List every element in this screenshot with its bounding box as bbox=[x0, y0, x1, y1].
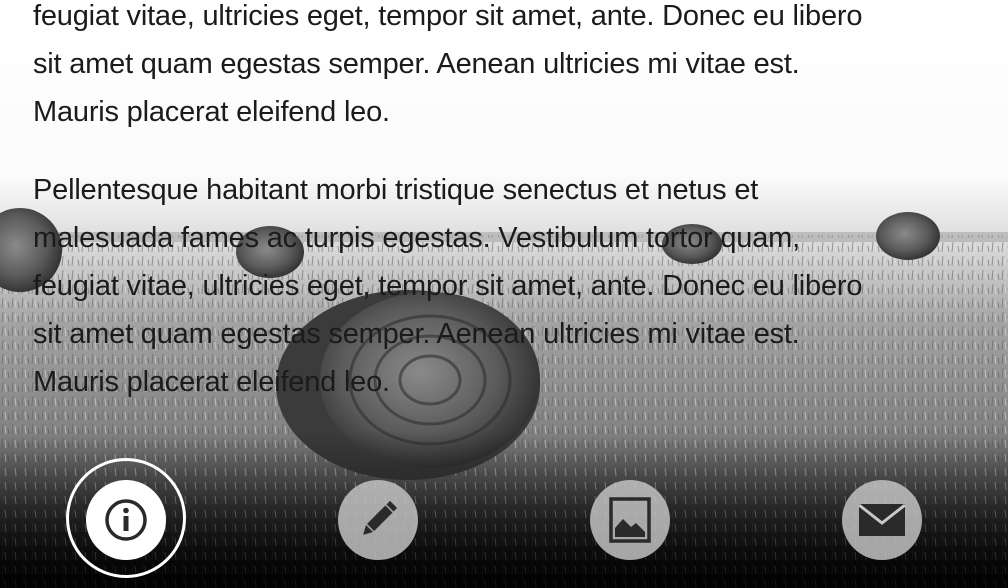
info-icon bbox=[98, 492, 154, 548]
nav-gallery-button[interactable] bbox=[590, 480, 670, 560]
paragraph-1: feugiat vitae, ultricies eget, tempor si… bbox=[33, 0, 978, 136]
paragraph-2: Pellentesque habitant morbi tristique se… bbox=[33, 166, 978, 406]
nav-mail-button[interactable] bbox=[842, 480, 922, 560]
paragraph-line: Mauris placerat eleifend leo. bbox=[33, 96, 390, 128]
paragraph-line: feugiat vitae, ultricies eget, tempor si… bbox=[33, 0, 863, 32]
bottom-nav bbox=[0, 458, 1008, 578]
pencil-icon bbox=[350, 492, 406, 548]
paragraph-line: sit amet quam egestas semper. Aenean ult… bbox=[33, 318, 800, 350]
paragraph-line: sit amet quam egestas semper. Aenean ult… bbox=[33, 48, 800, 80]
mail-icon bbox=[854, 492, 910, 548]
paragraph-line: feugiat vitae, ultricies eget, tempor si… bbox=[33, 270, 863, 302]
article-text: feugiat vitae, ultricies eget, tempor si… bbox=[33, 0, 978, 436]
paragraph-line: Mauris placerat eleifend leo. bbox=[33, 366, 390, 398]
paragraph-line: malesuada fames ac turpis egestas. Vesti… bbox=[33, 222, 800, 254]
image-icon bbox=[602, 492, 658, 548]
nav-edit-button[interactable] bbox=[338, 480, 418, 560]
nav-info-button[interactable] bbox=[86, 480, 166, 560]
paragraph-line: Pellentesque habitant morbi tristique se… bbox=[33, 174, 759, 206]
